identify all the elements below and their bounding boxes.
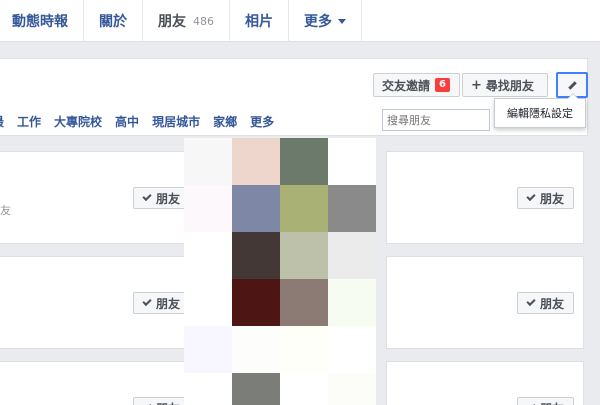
filter-college[interactable]: 大專院校: [54, 113, 102, 130]
filter-hometown[interactable]: 家鄉: [213, 113, 237, 130]
friend-card: 朋友: [0, 256, 195, 349]
friend-button-label: 朋友: [155, 296, 180, 311]
friend-button-label: 朋友: [540, 400, 564, 405]
mosaic-block: [280, 279, 328, 326]
friend-button[interactable]: 朋友: [517, 397, 574, 405]
friend-subtext: 友: [0, 204, 11, 217]
mosaic-block: [280, 373, 328, 405]
find-friends-label: 尋找朋友: [485, 78, 534, 93]
friend-card: 友 朋友: [0, 151, 195, 244]
friend-button-label: 朋友: [539, 191, 564, 206]
mosaic-block: [232, 138, 280, 185]
edit-privacy-tooltip: 編輯隱私設定: [494, 93, 586, 128]
friend-button[interactable]: 朋友: [133, 292, 190, 314]
friend-card: 朋友: [386, 256, 584, 349]
tab-label: 關於: [99, 14, 127, 30]
tab-photos[interactable]: 相片: [230, 0, 289, 42]
chevron-down-icon: [338, 18, 346, 24]
friend-button[interactable]: 朋友: [517, 187, 574, 209]
friend-requests-button[interactable]: 交友邀請 6: [373, 73, 460, 97]
friend-button-label: 朋友: [156, 400, 180, 405]
mosaic-block: [280, 326, 328, 373]
check-icon: [526, 296, 536, 307]
find-friends-button[interactable]: + 尋找朋友: [462, 73, 548, 97]
mosaic-block: [280, 185, 328, 232]
friend-button[interactable]: 朋友: [133, 187, 190, 209]
mosaic-block: [280, 138, 328, 185]
filter-current-city[interactable]: 現居城市: [152, 113, 200, 130]
friend-filter-bar: 最 工作 大專院校 高中 現居城市 家鄉 更多: [0, 113, 287, 130]
mosaic-block: [328, 326, 376, 373]
plus-icon: +: [471, 77, 482, 93]
mosaic-block: [184, 138, 232, 185]
tab-friends[interactable]: 朋友 486: [143, 0, 230, 42]
mosaic-block: [328, 185, 376, 232]
mosaic-block: [184, 326, 232, 373]
pencil-icon: [567, 80, 577, 90]
filter-more[interactable]: 更多: [250, 113, 274, 130]
pixelated-photo: [184, 138, 384, 405]
friend-card: 朋友: [386, 151, 584, 244]
mosaic-block: [232, 373, 280, 405]
friend-requests-badge: 6: [435, 78, 450, 92]
check-icon: [142, 296, 152, 307]
mosaic-block: [184, 185, 232, 232]
mosaic-block: [328, 138, 376, 185]
check-icon: [526, 191, 536, 202]
mosaic-block: [232, 326, 280, 373]
filter-high-school[interactable]: 高中: [115, 113, 139, 130]
friend-button-label: 朋友: [539, 296, 564, 311]
tab-label: 相片: [245, 14, 273, 30]
profile-tab-bar: 動態時報 關於 朋友 486 相片 更多: [0, 0, 600, 42]
check-icon: [142, 191, 152, 202]
mosaic-block: [232, 185, 280, 232]
search-friends-input[interactable]: [382, 109, 490, 131]
friend-card: 朋友: [0, 361, 195, 405]
tab-label: 更多: [304, 14, 332, 30]
filter-recent[interactable]: 最: [0, 113, 4, 130]
tab-label: 朋友: [158, 14, 186, 30]
friend-requests-label: 交友邀請: [382, 78, 431, 93]
mosaic-block: [328, 232, 376, 279]
mosaic-block: [232, 232, 280, 279]
friend-button[interactable]: 朋友: [517, 292, 574, 314]
mosaic-block: [280, 232, 328, 279]
mosaic-block: [184, 373, 232, 405]
tab-label: 動態時報: [12, 14, 68, 30]
friend-button-label: 朋友: [155, 191, 180, 206]
friend-card: 朋友: [386, 361, 584, 405]
mosaic-block: [184, 232, 232, 279]
mosaic-block: [328, 373, 376, 405]
friend-count: 486: [193, 14, 214, 28]
tab-timeline[interactable]: 動態時報: [0, 0, 84, 42]
mosaic-block: [232, 279, 280, 326]
friend-button[interactable]: 朋友: [133, 397, 190, 405]
tab-more[interactable]: 更多: [289, 0, 362, 42]
mosaic-block: [328, 279, 376, 326]
tab-about[interactable]: 關於: [84, 0, 143, 42]
mosaic-block: [184, 279, 232, 326]
filter-work[interactable]: 工作: [17, 113, 41, 130]
